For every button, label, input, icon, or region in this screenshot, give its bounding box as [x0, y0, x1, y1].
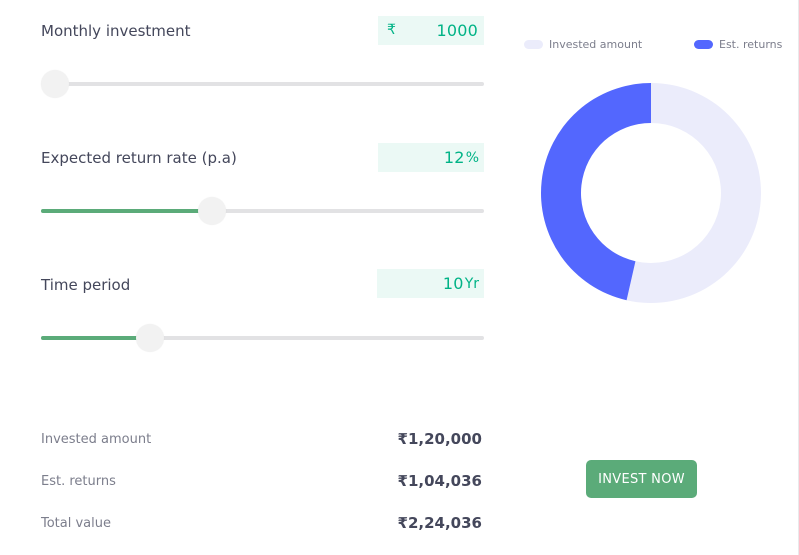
monthly-investment-value: 1000 — [436, 21, 478, 40]
summary-total-value: ₹2,24,036 — [397, 514, 482, 532]
time-period-value: 10 — [442, 274, 464, 293]
rupee-prefix: ₹ — [387, 22, 396, 38]
return-rate-input[interactable]: 12 % — [378, 143, 484, 172]
monthly-investment-input[interactable]: ₹ 1000 — [378, 16, 484, 45]
summary-returns-label: Est. returns — [41, 474, 116, 489]
summary-invested-label: Invested amount — [41, 432, 152, 447]
legend-returns-label: Est. returns — [719, 38, 783, 51]
monthly-investment-slider[interactable] — [41, 70, 484, 98]
invest-now-button[interactable]: INVEST NOW — [586, 460, 697, 498]
legend-invested: Invested amount — [524, 38, 642, 51]
monthly-investment-label: Monthly investment — [41, 22, 191, 40]
summary-invested-value: ₹1,20,000 — [397, 430, 482, 448]
time-period-label: Time period — [41, 276, 131, 294]
return-rate-slider-thumb[interactable] — [198, 197, 227, 225]
legend-returns: Est. returns — [694, 38, 782, 51]
return-rate-label: Expected return rate (p.a) — [41, 149, 237, 167]
investment-donut-chart — [541, 83, 762, 304]
summary-invested-row: Invested amount ₹1,20,000 — [41, 430, 482, 452]
legend-invested-label: Invested amount — [549, 38, 643, 51]
time-period-input[interactable]: 10 Yr — [377, 269, 484, 298]
return-rate-unit: % — [465, 149, 479, 166]
summary-total-label: Total value — [41, 516, 112, 531]
return-rate-slider[interactable] — [41, 197, 484, 225]
summary-returns-row: Est. returns ₹1,04,036 — [41, 472, 482, 494]
time-period-unit: Yr — [464, 275, 479, 292]
monthly-investment-slider-thumb[interactable] — [41, 70, 69, 98]
time-period-slider[interactable] — [41, 324, 484, 352]
time-period-slider-thumb[interactable] — [135, 324, 164, 352]
return-rate-row: Expected return rate (p.a) 12 % — [41, 143, 484, 255]
time-period-row: Time period 10 Yr — [41, 269, 484, 382]
return-rate-value: 12 — [443, 148, 465, 167]
legend-returns-swatch — [694, 40, 713, 49]
return-rate-slider-fill — [41, 209, 213, 213]
summary-returns-value: ₹1,04,036 — [397, 472, 482, 490]
summary-total-row: Total value ₹2,24,036 — [41, 514, 482, 536]
legend-invested-swatch — [524, 40, 543, 49]
monthly-investment-row: Monthly investment ₹ 1000 — [41, 16, 484, 128]
time-period-slider-fill — [41, 336, 150, 340]
